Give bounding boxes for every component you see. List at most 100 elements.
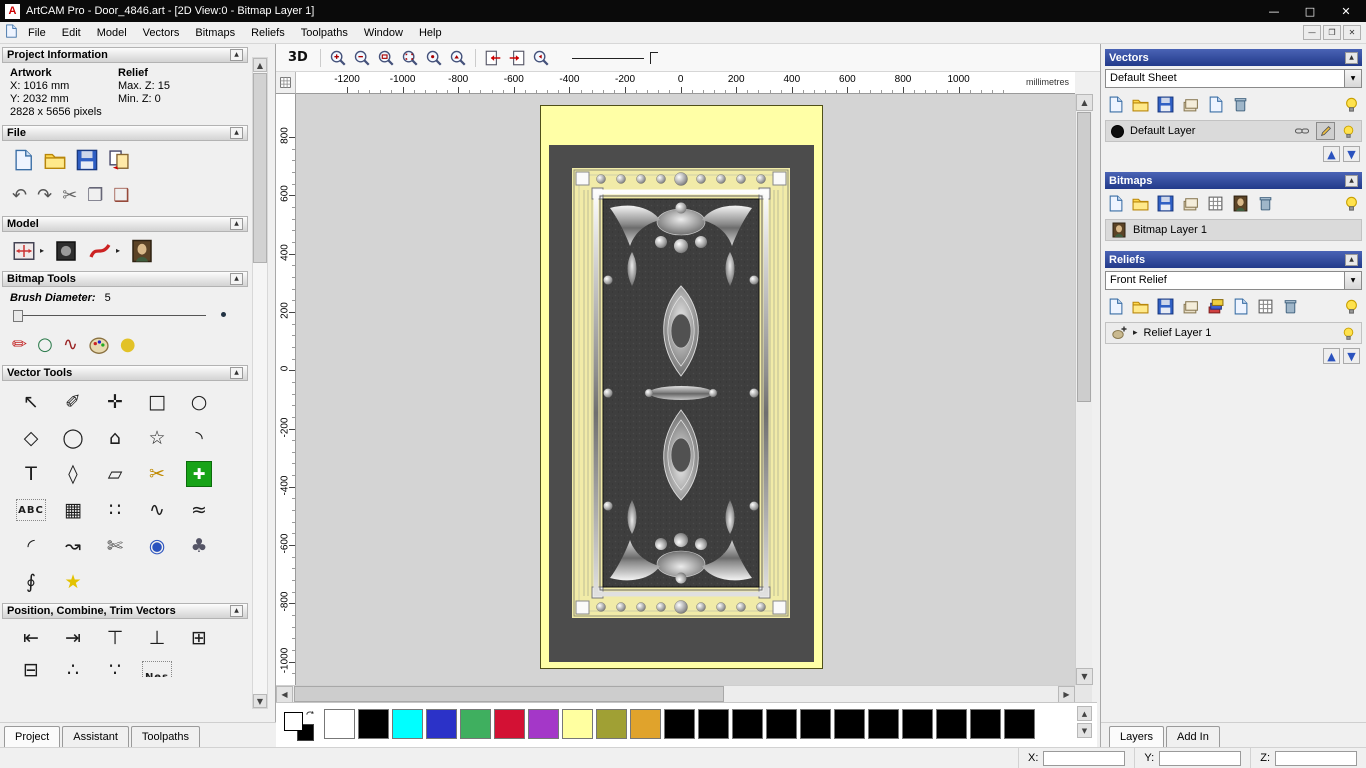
combine-vectors-tool[interactable]: ∴ xyxy=(52,654,94,677)
palette-scroll-up-icon[interactable]: ▲ xyxy=(1077,706,1092,721)
relief-layer-row[interactable]: ▸ Relief Layer 1 xyxy=(1105,322,1362,344)
envelope-distortion-tool[interactable]: ∮ xyxy=(10,564,52,600)
create-ellipse-tool[interactable]: ◯ xyxy=(52,420,94,456)
menu-item-file[interactable]: File xyxy=(20,24,54,42)
scroll-up-icon[interactable]: ▲ xyxy=(1076,94,1093,111)
open-model-icon[interactable] xyxy=(44,149,66,171)
save-vector-layer-icon[interactable] xyxy=(1157,96,1174,113)
import-export-model-icon[interactable] xyxy=(108,149,130,171)
close-button[interactable]: ✕ xyxy=(1331,1,1361,21)
relief-selector[interactable]: Front Relief ▼ xyxy=(1105,271,1362,290)
tab-assistant[interactable]: Assistant xyxy=(62,726,129,747)
menu-item-bitmaps[interactable]: Bitmaps xyxy=(187,24,243,42)
delete-relief-layer-icon[interactable] xyxy=(1282,298,1299,315)
create-rectangle-tool[interactable]: □ xyxy=(136,384,178,420)
new-bitmap-layer-icon[interactable] xyxy=(1107,195,1124,212)
collapse-project-info-button[interactable]: ▲ xyxy=(230,49,243,61)
dropdown-icon[interactable]: ▼ xyxy=(1345,69,1362,88)
nest-vectors-tool[interactable]: Nes xyxy=(142,661,172,677)
relief-visibility-icon[interactable] xyxy=(1341,326,1356,341)
palette-swatch-8[interactable] xyxy=(596,709,627,739)
bitmap-grid-icon[interactable] xyxy=(1207,195,1224,212)
bitmap-layer-name[interactable]: Bitmap Layer 1 xyxy=(1133,224,1356,236)
center-in-page-tool[interactable]: ⊞ xyxy=(178,622,220,654)
bitmap-layer-row[interactable]: Bitmap Layer 1 xyxy=(1105,219,1362,241)
trim-vectors-tool[interactable]: ✂ xyxy=(136,456,178,492)
palette-swatch-4[interactable] xyxy=(460,709,491,739)
swap-colors-icon[interactable] xyxy=(305,710,316,721)
import-bitmap-icon[interactable] xyxy=(1182,195,1199,212)
primary-color-swatch[interactable] xyxy=(284,712,303,731)
sculpt-dropdown-icon[interactable]: ▸ xyxy=(116,247,120,255)
create-circle-tool[interactable]: ○ xyxy=(178,384,220,420)
vector-layer-row[interactable]: Default Layer xyxy=(1105,120,1362,142)
create-arc-tool[interactable]: ◝ xyxy=(178,420,220,456)
palette-swatch-5[interactable] xyxy=(494,709,525,739)
spin-vectors-tool[interactable]: ★ xyxy=(52,564,94,600)
undo-icon[interactable]: ↶ xyxy=(12,187,27,205)
layer-color-icon[interactable] xyxy=(1111,124,1124,138)
palette-swatch-3[interactable] xyxy=(426,709,457,739)
zoom-object-icon[interactable] xyxy=(449,49,467,67)
palette-swatch-14[interactable] xyxy=(800,709,831,739)
collapse-vector-tools-button[interactable]: ▲ xyxy=(230,367,243,379)
new-model-icon[interactable] xyxy=(12,149,34,171)
palette-swatch-0[interactable] xyxy=(324,709,355,739)
move-layer-down-icon[interactable]: ▼ xyxy=(1343,146,1360,162)
import-vectors-icon[interactable] xyxy=(1182,96,1199,113)
collapse-position-button[interactable]: ▲ xyxy=(230,605,243,617)
palette-swatch-10[interactable] xyxy=(664,709,695,739)
palette-swatch-13[interactable] xyxy=(766,709,797,739)
vector-sheet-selector[interactable]: Default Sheet ▼ xyxy=(1105,69,1362,88)
collapse-model-button[interactable]: ▲ xyxy=(230,218,243,230)
dropdown-icon[interactable]: ▼ xyxy=(1345,271,1362,290)
adjust-model-icon[interactable] xyxy=(54,239,78,263)
collapse-reliefs-button[interactable]: ▲ xyxy=(1345,253,1358,266)
paste-icon[interactable]: ❑ xyxy=(113,187,129,205)
block-copy-tool[interactable]: ▦ xyxy=(52,492,94,528)
lock-layer-icon[interactable] xyxy=(1294,123,1310,139)
tab-toolpaths[interactable]: Toolpaths xyxy=(130,726,200,747)
menu-item-edit[interactable]: Edit xyxy=(54,24,89,42)
align-top-tool[interactable]: ⊤ xyxy=(94,622,136,654)
cut-icon[interactable]: ✂ xyxy=(62,187,77,205)
maximize-button[interactable]: □ xyxy=(1295,1,1325,21)
primary-secondary-color-indicator[interactable] xyxy=(284,710,316,741)
draw-ellipse-tool-icon[interactable]: ○ xyxy=(37,336,53,354)
new-vector-layer-icon[interactable] xyxy=(1107,96,1124,113)
open-bitmap-layer-icon[interactable] xyxy=(1132,195,1149,212)
mdi-minimize-button[interactable]: — xyxy=(1303,25,1321,40)
relief-grid-icon[interactable] xyxy=(1257,298,1274,315)
edit-layer-icon[interactable] xyxy=(1316,122,1335,140)
toggle-bitmap-visibility-icon[interactable] xyxy=(1343,195,1360,212)
transform-vectors-tool[interactable]: ✛ xyxy=(94,384,136,420)
scroll-down-icon[interactable]: ▼ xyxy=(253,694,267,708)
select-vectors-tool[interactable]: ↖ xyxy=(10,384,52,420)
arc-fit-tool[interactable]: ◜ xyxy=(10,528,52,564)
collapse-bitmap-tools-button[interactable]: ▲ xyxy=(230,273,243,285)
vector-layer-name[interactable]: Default Layer xyxy=(1130,125,1288,137)
brush-diameter-slider[interactable] xyxy=(10,306,240,326)
block-paste-tool[interactable]: ∵ xyxy=(94,654,136,677)
mdi-restore-button[interactable]: ❐ xyxy=(1323,25,1341,40)
palette-swatch-18[interactable] xyxy=(936,709,967,739)
layer-visibility-icon[interactable] xyxy=(1341,124,1356,139)
zoom-100-icon[interactable] xyxy=(425,49,443,67)
menu-item-reliefs[interactable]: Reliefs xyxy=(243,24,293,42)
open-vector-layer-icon[interactable] xyxy=(1132,96,1149,113)
merge-relief-layers-icon[interactable] xyxy=(1232,298,1249,315)
merge-vector-layers-icon[interactable] xyxy=(1207,96,1224,113)
zoom-previous-icon[interactable] xyxy=(532,49,550,67)
paint-tool-icon[interactable]: ✏ xyxy=(12,336,27,354)
canvas-horizontal-scrollbar[interactable]: ◀ ▶ xyxy=(276,685,1075,703)
palette-swatch-20[interactable] xyxy=(1004,709,1035,739)
expand-relief-layer-icon[interactable]: ▸ xyxy=(1133,328,1138,338)
menu-item-vectors[interactable]: Vectors xyxy=(135,24,188,42)
sculpt-relief-icon[interactable] xyxy=(88,239,112,263)
zoom-in-icon[interactable] xyxy=(329,49,347,67)
scroll-up-icon[interactable]: ▲ xyxy=(253,58,267,72)
save-model-icon[interactable] xyxy=(76,149,98,171)
relief-layer-name[interactable]: Relief Layer 1 xyxy=(1144,327,1335,339)
canvas-vertical-scrollbar[interactable]: ▲ ▼ xyxy=(1075,94,1093,685)
palette-swatch-9[interactable] xyxy=(630,709,661,739)
